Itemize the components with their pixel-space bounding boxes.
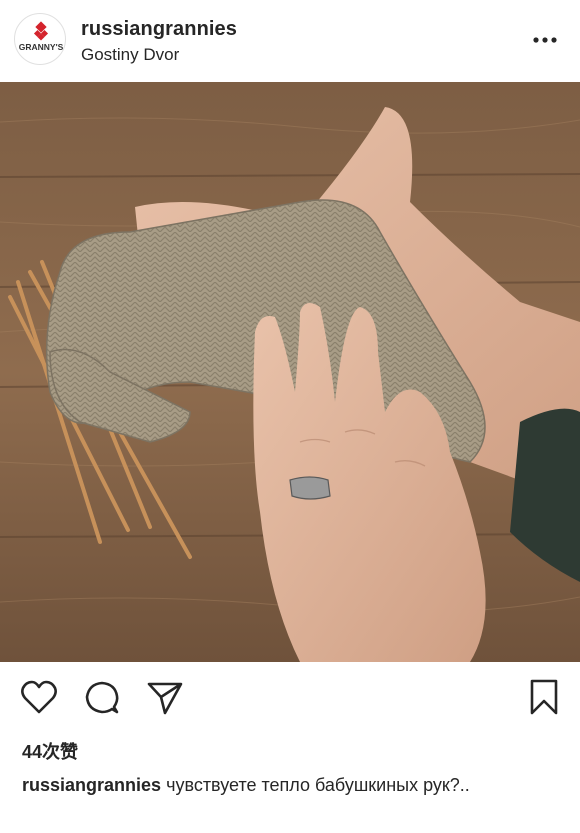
avatar[interactable]: GRANNY'S xyxy=(14,13,66,65)
heart-icon xyxy=(21,680,57,714)
comment-bubble-icon xyxy=(85,681,119,714)
bookmark-icon xyxy=(530,679,558,715)
post-location[interactable]: Gostiny Dvor xyxy=(81,45,179,65)
grannys-logo: GRANNY'S xyxy=(19,21,64,52)
caption-username[interactable]: russiangrannies xyxy=(22,775,161,795)
svg-text:GRANNY'S: GRANNY'S xyxy=(19,42,64,52)
post-header: GRANNY'S russiangrannies Gostiny Dvor xyxy=(0,0,580,82)
more-horizontal-icon xyxy=(533,37,557,43)
like-button[interactable] xyxy=(20,680,58,716)
post-photo[interactable] xyxy=(0,82,580,662)
save-button[interactable] xyxy=(528,678,560,716)
comment-button[interactable] xyxy=(84,680,120,716)
post-caption: russiangrannies чувствуете тепло бабушки… xyxy=(22,773,542,797)
post-username[interactable]: russiangrannies xyxy=(81,18,237,41)
like-count[interactable]: 44次赞 xyxy=(22,738,78,764)
caption-text: чувствуете тепло бабушкиных рук?.. xyxy=(166,775,470,795)
more-options-button[interactable] xyxy=(530,30,560,50)
action-bar xyxy=(0,662,580,734)
knitted-sock-photo xyxy=(0,82,580,662)
paper-plane-icon xyxy=(147,682,183,715)
share-button[interactable] xyxy=(146,680,184,716)
